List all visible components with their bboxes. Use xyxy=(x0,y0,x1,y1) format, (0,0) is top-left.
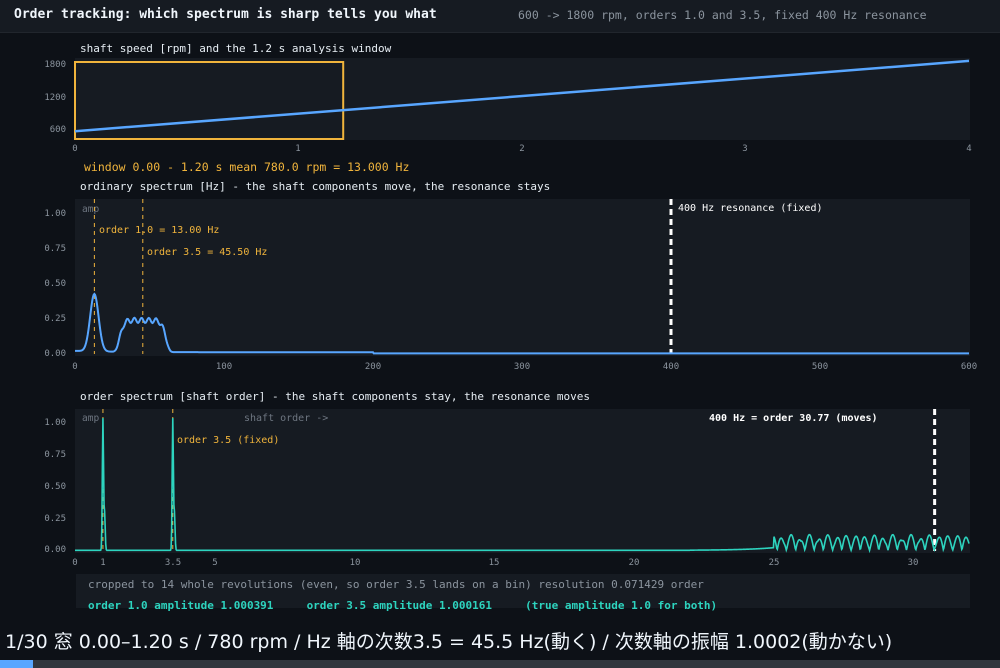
order-spectrum-line xyxy=(75,418,970,554)
order1-amplitude: order 1.0 amplitude 1.000391 xyxy=(88,599,274,612)
speed-series-line xyxy=(74,59,970,133)
progress-bar[interactable] xyxy=(0,660,1000,668)
progress-fill xyxy=(0,660,34,668)
order35-amplitude: order 3.5 amplitude 1.000161 xyxy=(306,599,492,612)
amplitude-info: order 1.0 amplitude 1.000391 order 3.5 a… xyxy=(88,599,717,612)
hz-spectrum-line xyxy=(74,292,969,355)
order-marker-lines xyxy=(102,409,937,551)
info-box: cropped to 14 whole revolutions (even, s… xyxy=(76,574,970,612)
charts-overlay xyxy=(74,59,970,554)
crop-resolution-info: cropped to 14 whole revolutions (even, s… xyxy=(88,578,704,591)
hz-marker-lines xyxy=(93,199,673,354)
true-amplitude-note: (true amplitude 1.0 for both) xyxy=(525,599,718,612)
frame-caption: 1/30 窓 0.00–1.20 s / 780 rpm / Hz 軸の次数3.… xyxy=(5,631,893,653)
caption-bar: 1/30 窓 0.00–1.20 s / 780 rpm / Hz 軸の次数3.… xyxy=(0,622,1000,660)
